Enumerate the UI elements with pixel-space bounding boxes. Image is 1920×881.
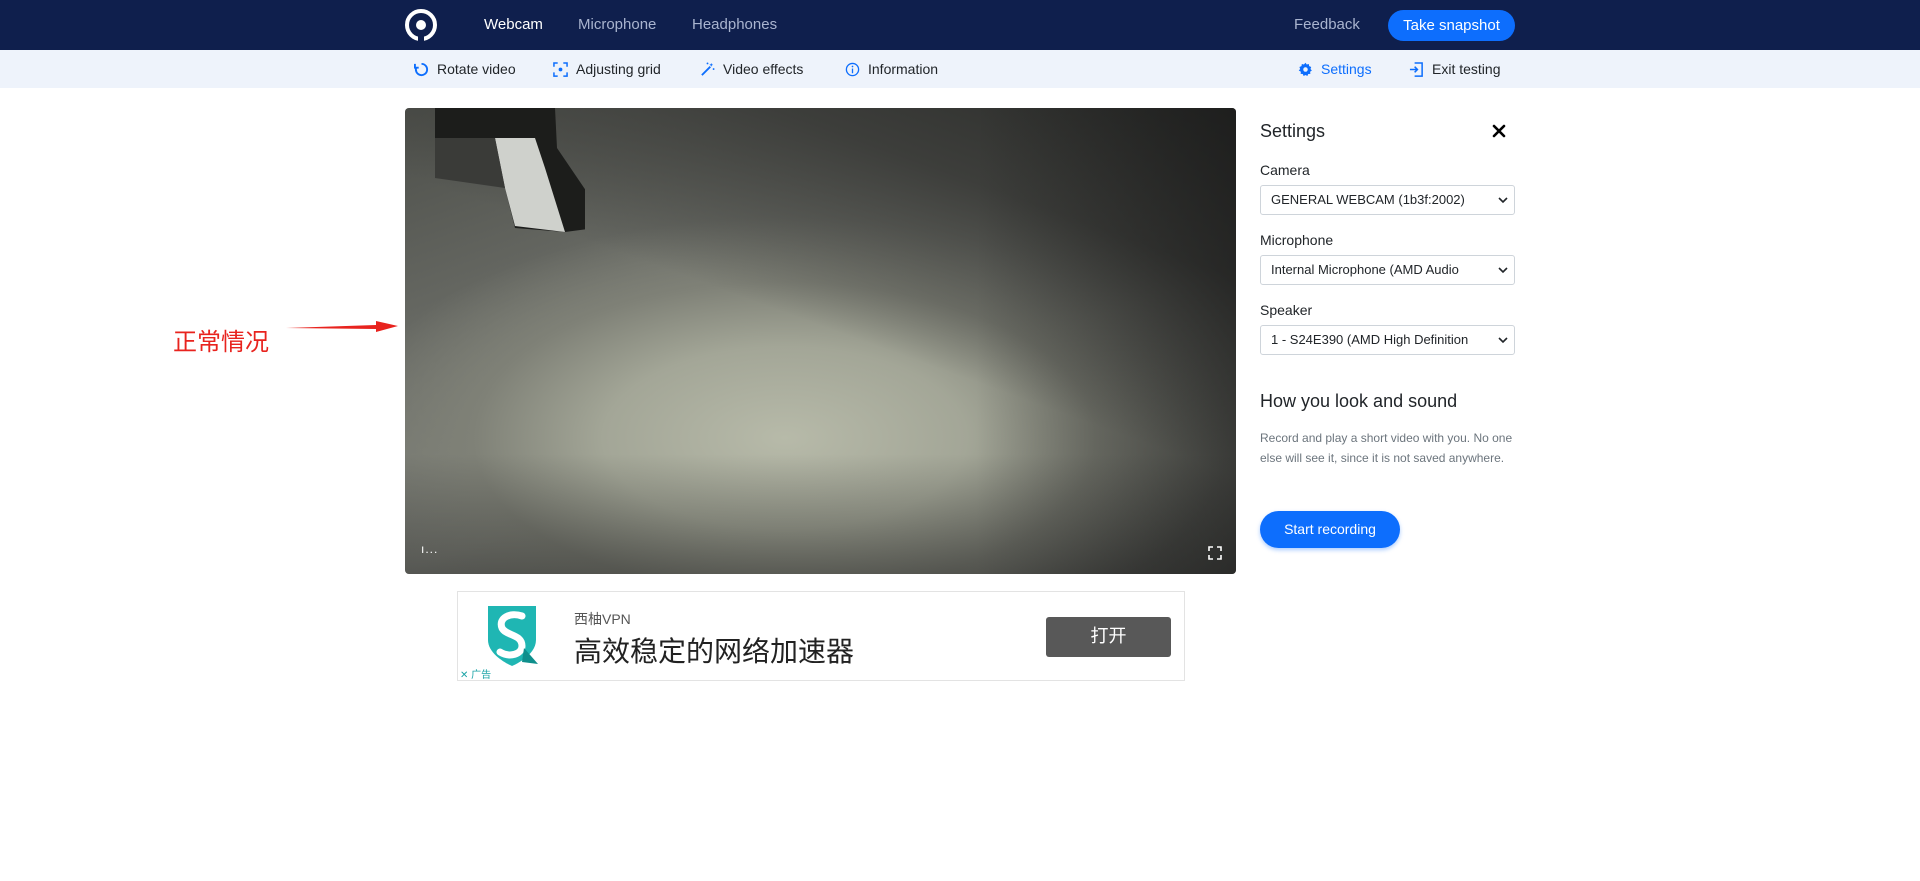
toolbar: Rotate video Adjusting grid Video effect…	[0, 50, 1920, 88]
speaker-select[interactable]: 1 - S24E390 (AMD High Definition	[1260, 325, 1515, 355]
logo-icon[interactable]	[405, 9, 437, 43]
chevron-down-icon	[1498, 197, 1508, 204]
preview-section-description: Record and play a short video with you. …	[1260, 431, 1513, 465]
ad-banner[interactable]: 西柚VPN 高效稳定的网络加速器 打开 ✕ 广告	[457, 591, 1185, 681]
take-snapshot-button[interactable]: Take snapshot	[1388, 10, 1515, 41]
red-arrow-icon	[286, 321, 398, 332]
video-menu-indicator[interactable]: ı...	[421, 542, 438, 556]
ad-headline: 高效稳定的网络加速器	[574, 635, 855, 668]
close-icon[interactable]	[1492, 124, 1506, 138]
gear-icon	[1298, 62, 1312, 76]
video-frame-object	[435, 108, 585, 232]
nav-webcam[interactable]: Webcam	[484, 16, 543, 33]
information-label: Information	[868, 61, 939, 77]
exit-icon	[1409, 61, 1423, 77]
camera-select-value: GENERAL WEBCAM (1b3f:2002)	[1271, 192, 1465, 207]
microphone-select-value: Internal Microphone (AMD Audio	[1271, 262, 1459, 277]
grid-focus-icon	[553, 61, 568, 77]
speaker-select-value: 1 - S24E390 (AMD High Definition	[1271, 332, 1469, 347]
ad-brand-name: 西柚VPN	[574, 611, 631, 627]
magic-wand-icon	[701, 61, 715, 76]
vpn-logo-icon	[488, 606, 538, 666]
adjusting-grid-label: Adjusting grid	[576, 61, 661, 77]
settings-label: Settings	[1321, 61, 1372, 77]
chevron-down-icon	[1498, 267, 1508, 274]
start-recording-button[interactable]: Start recording	[1260, 511, 1400, 548]
rotate-icon	[414, 62, 428, 76]
preview-section-title: How you look and sound	[1260, 391, 1458, 411]
rotate-video-button[interactable]: Rotate video	[414, 61, 516, 77]
rotate-video-label: Rotate video	[437, 61, 516, 77]
information-button[interactable]: Information	[845, 61, 938, 77]
ad-close-label[interactable]: ✕ 广告	[460, 666, 491, 681]
chevron-down-icon	[1498, 337, 1508, 344]
video-effects-label: Video effects	[723, 61, 804, 77]
exit-testing-button[interactable]: Exit testing	[1409, 61, 1500, 77]
microphone-select[interactable]: Internal Microphone (AMD Audio	[1260, 255, 1515, 285]
speaker-label: Speaker	[1260, 302, 1313, 318]
info-icon	[845, 62, 860, 76]
fullscreen-icon[interactable]	[1208, 546, 1222, 560]
camera-select[interactable]: GENERAL WEBCAM (1b3f:2002)	[1260, 185, 1515, 215]
video-effects-button[interactable]: Video effects	[700, 61, 803, 77]
nav-headphones[interactable]: Headphones	[692, 16, 777, 33]
microphone-label: Microphone	[1260, 232, 1334, 248]
exit-testing-label: Exit testing	[1432, 61, 1501, 77]
ad-open-button[interactable]: 打开	[1046, 617, 1171, 657]
settings-panel-title: Settings	[1260, 121, 1326, 141]
adjusting-grid-button[interactable]: Adjusting grid	[553, 61, 661, 77]
video-bottom-gradient	[405, 454, 1236, 574]
nav-microphone[interactable]: Microphone	[578, 16, 656, 33]
webcam-video-preview[interactable]: ı...	[405, 108, 1236, 574]
settings-button[interactable]: Settings	[1298, 61, 1372, 77]
camera-label: Camera	[1260, 162, 1310, 178]
nav-feedback[interactable]: Feedback	[1294, 16, 1360, 33]
top-navbar: Webcam Microphone Headphones Feedback Ta…	[0, 0, 1920, 50]
annotation-text: 正常情况	[173, 328, 269, 356]
